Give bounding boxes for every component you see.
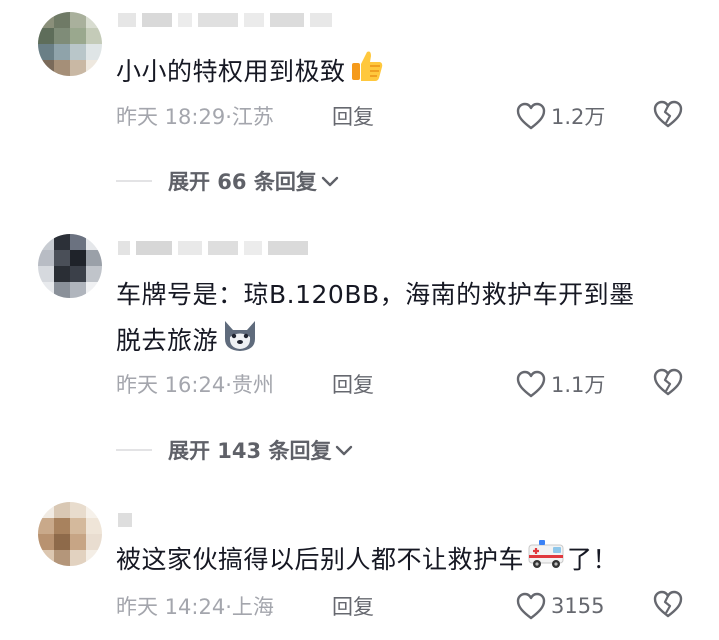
- timestamp-location: 昨天 14:24·上海: [116, 595, 274, 619]
- expand-replies-label: 展开 143 条回复: [168, 439, 332, 463]
- wolf-face-emoji: [221, 317, 259, 367]
- comment-meta: 昨天 18:29·江苏 回复 1.2万: [116, 98, 696, 134]
- broken-heart-icon[interactable]: [652, 99, 684, 133]
- like-count: 1.2万: [551, 105, 606, 129]
- ambulance-emoji: [527, 537, 567, 585]
- heart-icon: [516, 370, 546, 398]
- like-button[interactable]: 1.1万: [515, 369, 605, 399]
- username-blurred[interactable]: [118, 10, 332, 30]
- like-button[interactable]: 1.2万: [515, 101, 605, 131]
- expand-replies-button[interactable]: 展开 66 条回复: [116, 163, 339, 199]
- thumbs-up-emoji: [349, 48, 385, 98]
- chevron-down-icon: [321, 176, 339, 187]
- heart-icon: [516, 102, 546, 130]
- comment-text-before: 被这家伙搞得以后别人都不让救护车: [116, 545, 525, 574]
- chevron-down-icon: [336, 445, 353, 456]
- reply-button[interactable]: 回复: [332, 591, 374, 621]
- broken-heart-icon[interactable]: [652, 589, 684, 623]
- like-count: 1.1万: [551, 373, 606, 397]
- comment-text-after: 了！: [567, 545, 619, 574]
- reply-button[interactable]: 回复: [332, 101, 374, 131]
- comment-meta: 昨天 14:24·上海 回复 3155: [116, 588, 696, 624]
- expand-replies-label: 展开 66 条回复: [168, 170, 317, 194]
- comment-meta: 昨天 16:24·贵州 回复 1.1万: [116, 366, 696, 402]
- username-blurred[interactable]: [118, 238, 308, 258]
- comment-text-body: 小小的特权用到极致: [116, 57, 346, 86]
- avatar[interactable]: [38, 502, 102, 566]
- avatar[interactable]: [38, 12, 102, 76]
- timestamp-location: 昨天 18:29·江苏: [116, 105, 274, 129]
- like-count: 3155: [551, 594, 605, 618]
- username-blurred[interactable]: [118, 510, 132, 530]
- timestamp-location: 昨天 16:24·贵州: [116, 373, 274, 397]
- comment-text-line2: 脱去旅游: [116, 326, 219, 355]
- divider-line: [116, 180, 152, 182]
- comment-text-line1: 车牌号是：琼B.120BB，海南的救护车开到墨: [116, 280, 635, 309]
- heart-icon: [516, 592, 546, 620]
- comment-text: 车牌号是：琼B.120BB，海南的救护车开到墨 脱去旅游: [116, 272, 635, 367]
- comment-text: 小小的特权用到极致: [116, 48, 385, 98]
- avatar[interactable]: [38, 234, 102, 298]
- expand-replies-button[interactable]: 展开 143 条回复: [116, 432, 353, 468]
- like-button[interactable]: 3155: [515, 591, 604, 621]
- reply-button[interactable]: 回复: [332, 369, 374, 399]
- comment-text: 被这家伙搞得以后别人都不让救护车 了！: [116, 537, 618, 585]
- broken-heart-icon[interactable]: [652, 367, 684, 401]
- divider-line: [116, 449, 152, 451]
